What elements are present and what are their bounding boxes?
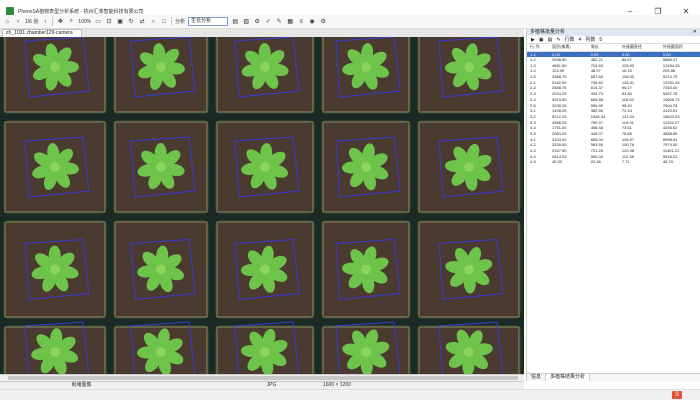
gear-icon[interactable]: ⚙: [319, 17, 327, 27]
status-left: 就绪图像: [71, 382, 92, 388]
status-size: 1600 × 1200: [323, 382, 351, 388]
flip-icon[interactable]: ⇄: [138, 17, 146, 27]
export-icon[interactable]: ▤: [231, 17, 239, 27]
tab-results[interactable]: 多植株结果分析: [546, 374, 591, 381]
check-icon[interactable]: ✓: [264, 17, 272, 27]
table-body: 1-1 0.00 0.00 0.00 0.00 1-2 2938.50 482.21 86.57…: [527, 51, 700, 165]
home-icon[interactable]: ⌂: [3, 17, 11, 27]
rows-label: 行数: [564, 37, 575, 43]
app-window: PhenoSA植物表型分析系统 - 杭州汇萃智能科技有限公司 – ❐ ✕ ⌂ ‹…: [0, 0, 700, 400]
crop-icon[interactable]: ⊡: [105, 17, 113, 27]
rotate-icon[interactable]: ↻: [127, 17, 135, 27]
column-header[interactable]: 行-列: [527, 44, 550, 52]
close-icon[interactable]: ✕: [693, 29, 697, 36]
table-cell: 22.38: [590, 159, 601, 165]
status-bar: 就绪图像 JPG 1600 × 1200: [0, 381, 524, 389]
next-page-icon[interactable]: ›: [41, 17, 49, 27]
main-toolbar: ⌂ ‹ 1/6 张 › ✥ ⌕ 100% ▭ ⊡ ▣ ↻ ⇄ ○ □ 分析 生长…: [0, 15, 700, 29]
window-title: PhenoSA植物表型分析系统 - 杭州汇萃智能科技有限公司: [18, 8, 144, 15]
analysis-panel: 多植株批量分析 ✕ ▶ ▣ ▤ ✎ 行数 4 列数 5 行-列 面积(像素) 周长外…: [526, 29, 700, 381]
taskbar: S: [0, 389, 700, 400]
tab-document[interactable]: zh_1031.chamber129-camera: [2, 29, 82, 37]
page-indicator: 1/6 张: [25, 19, 39, 25]
separator: [171, 17, 173, 26]
results-table: 行-列 面积(像素) 周长 外接圆直径 外接圆面积 1-1 0.00 0.00 0.00 0.0…: [527, 44, 700, 165]
play-icon[interactable]: ▶: [531, 37, 535, 43]
horizontal-scrollbar[interactable]: [0, 374, 524, 381]
rows-value[interactable]: 4: [579, 37, 582, 43]
panel-tabs: 信息 多植株结果分析: [527, 373, 700, 381]
save-icon[interactable]: ▣: [116, 17, 124, 27]
column-header[interactable]: 外接圆面积: [659, 44, 700, 52]
app-logo-icon: [6, 7, 14, 15]
fit-icon[interactable]: ▭: [94, 17, 102, 27]
document-tab-bar: zh_1031.chamber129-camera: [0, 29, 524, 37]
column-header[interactable]: 外接圆直径: [618, 44, 660, 52]
tab-info[interactable]: 信息: [527, 374, 547, 381]
separator: [52, 17, 54, 26]
table-cell: 40.00: [552, 159, 563, 165]
rect-icon[interactable]: □: [160, 17, 168, 27]
cols-label: 列数: [585, 37, 596, 43]
panel-toolbar: ▶ ▣ ▤ ✎ 行数 4 列数 5: [527, 36, 700, 44]
grid-icon[interactable]: ▦: [286, 17, 294, 27]
table-cell: 7.71: [621, 159, 630, 165]
panel-title-text: 多植株批量分析: [530, 29, 566, 35]
panel-title: 多植株批量分析 ✕: [527, 29, 700, 36]
table-row[interactable]: 4-5 40.00 22.38 7.71 46.70: [527, 159, 700, 165]
list-icon[interactable]: ≡: [297, 17, 305, 27]
save-icon[interactable]: ▣: [539, 37, 544, 43]
cols-value[interactable]: 5: [599, 37, 602, 43]
image-icon[interactable]: ▧: [242, 17, 250, 27]
export-icon[interactable]: ▤: [548, 37, 553, 43]
analysis-label: 分析: [175, 19, 186, 25]
zoom-level: 100%: [78, 18, 92, 25]
table-header: 行-列 面积(像素) 周长 外接圆直径 外接圆面积: [527, 44, 700, 52]
edit-icon[interactable]: ✎: [556, 37, 560, 43]
scroll-thumb[interactable]: [8, 376, 518, 380]
settings-icon[interactable]: ⚙: [253, 17, 261, 27]
circle-icon[interactable]: ○: [149, 17, 157, 27]
table-cell: 46.70: [662, 159, 673, 165]
analysis-select[interactable]: 生长分析: [188, 17, 229, 26]
column-header[interactable]: 面积(像素): [549, 44, 588, 52]
table-cell: 4-5: [530, 159, 536, 165]
status-format: JPG: [266, 382, 277, 388]
zoom-icon[interactable]: ⌕: [67, 17, 75, 27]
move-icon[interactable]: ✥: [56, 17, 64, 27]
ime-icon[interactable]: S: [672, 391, 682, 399]
column-header[interactable]: 周长: [587, 44, 619, 52]
camera-icon[interactable]: ◉: [308, 17, 316, 27]
image-view[interactable]: [0, 37, 524, 374]
pen-icon[interactable]: ✎: [275, 17, 283, 27]
prev-page-icon[interactable]: ‹: [14, 17, 22, 27]
plant-image: [3, 37, 521, 374]
